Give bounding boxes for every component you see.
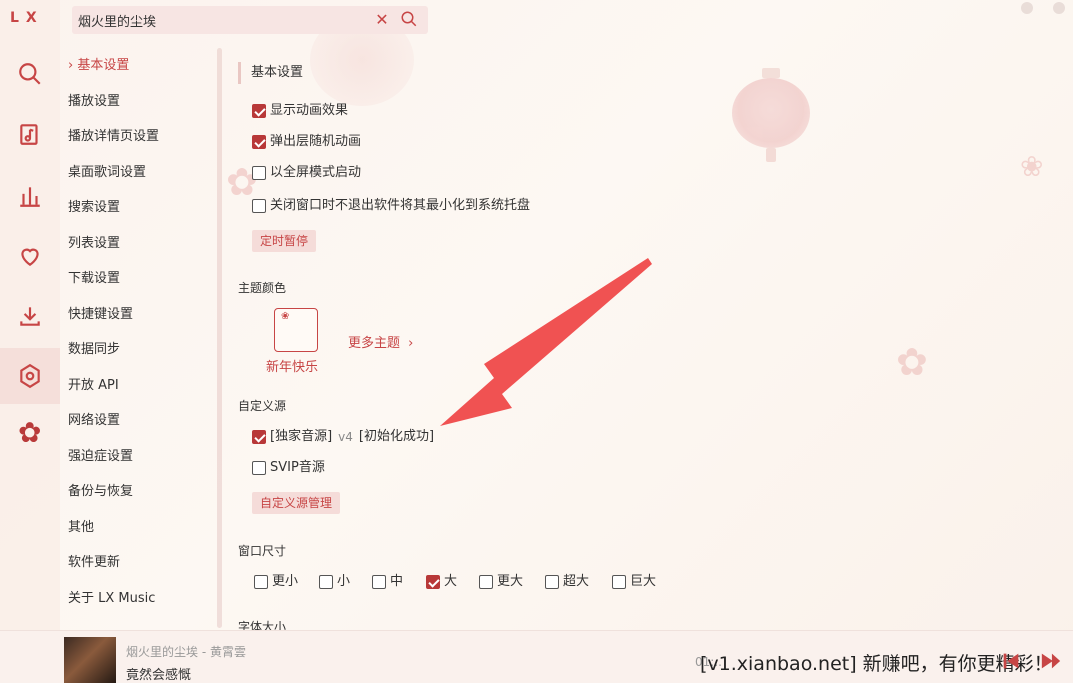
heart-icon[interactable] bbox=[8, 236, 52, 276]
checkbox-unchecked[interactable] bbox=[252, 199, 266, 213]
chevron-right-icon: › bbox=[408, 336, 414, 351]
settings-nav: › 基本设置 播放设置 播放详情页设置 桌面歌词设置 搜索设置 列表设置 下载设… bbox=[60, 48, 222, 628]
checkbox-checked[interactable] bbox=[252, 430, 266, 444]
nav-item-about[interactable]: 关于 LX Music bbox=[68, 587, 155, 611]
option-animation[interactable]: 显示动画效果 bbox=[252, 100, 348, 122]
checkbox-unchecked[interactable] bbox=[612, 575, 626, 589]
left-rail: LX ✿ bbox=[0, 0, 60, 630]
size-medium[interactable]: 中 bbox=[372, 571, 403, 593]
more-themes-link[interactable]: 更多主题 › bbox=[348, 332, 413, 351]
nav-item-other[interactable]: 其他 bbox=[68, 516, 94, 540]
size-large[interactable]: 大 bbox=[426, 571, 457, 593]
nav-item-download[interactable]: 下载设置 bbox=[68, 267, 120, 291]
source-manage-button[interactable]: 自定义源管理 bbox=[252, 492, 341, 514]
previous-icon[interactable] bbox=[1000, 651, 1022, 671]
app-window: ✿ ✿ ❀ LX ✿ ✕ bbox=[0, 0, 1073, 683]
theme-swatch[interactable] bbox=[274, 308, 318, 352]
size-small[interactable]: 小 bbox=[319, 571, 350, 593]
checkbox-unchecked[interactable] bbox=[319, 575, 333, 589]
section-title-theme: 主题颜色 bbox=[238, 281, 287, 295]
minimize-button[interactable] bbox=[1021, 2, 1033, 14]
theme-name[interactable]: 新年快乐 bbox=[266, 356, 318, 375]
checkbox-checked[interactable] bbox=[252, 104, 266, 118]
checkbox-unchecked[interactable] bbox=[479, 575, 493, 589]
window-controls bbox=[1021, 2, 1065, 14]
timer-pause-button[interactable]: 定时暂停 bbox=[252, 230, 317, 252]
app-logo: LX bbox=[10, 10, 44, 26]
size-smaller[interactable]: 更小 bbox=[254, 571, 298, 593]
section-title-window-size: 窗口尺寸 bbox=[238, 544, 287, 558]
nav-item-sync[interactable]: 数据同步 bbox=[68, 338, 120, 362]
size-huge[interactable]: 巨大 bbox=[612, 571, 656, 593]
checkbox-unchecked[interactable] bbox=[545, 575, 559, 589]
nav-item-backup[interactable]: 备份与恢复 bbox=[68, 480, 133, 504]
settings-icon[interactable] bbox=[0, 348, 60, 404]
checkbox-unchecked[interactable] bbox=[254, 575, 268, 589]
clear-icon[interactable]: ✕ bbox=[372, 10, 392, 30]
checkbox-unchecked[interactable] bbox=[372, 575, 386, 589]
next-icon[interactable] bbox=[1040, 651, 1062, 671]
nav-item-play[interactable]: 播放设置 bbox=[68, 90, 120, 114]
annotation-arrow bbox=[440, 258, 652, 426]
nav-item-search[interactable]: 搜索设置 bbox=[68, 196, 120, 220]
nav-item-play-detail[interactable]: 播放详情页设置 bbox=[68, 125, 159, 149]
song-list-icon[interactable] bbox=[8, 114, 52, 154]
player-bar: 烟火里的尘埃 - 黄霄雲 竟然会感慨 01:.. [v1.xianbao.net… bbox=[0, 630, 1073, 683]
nav-item-open-api[interactable]: 开放 API bbox=[68, 374, 119, 398]
checkbox-checked[interactable] bbox=[252, 135, 266, 149]
search-button-icon[interactable] bbox=[400, 10, 422, 30]
search-icon[interactable] bbox=[8, 54, 52, 94]
search-input[interactable] bbox=[78, 10, 368, 30]
source-svip[interactable]: SVIP音源 bbox=[252, 457, 325, 479]
nav-item-hotkey[interactable]: 快捷键设置 bbox=[68, 303, 133, 327]
source-exclusive[interactable]: [独家音源] v4 [初始化成功] bbox=[252, 426, 434, 448]
download-icon[interactable] bbox=[8, 296, 52, 336]
flower-icon: ✿ bbox=[18, 416, 42, 449]
track-title[interactable]: 烟火里的尘埃 - 黄霄雲 bbox=[126, 643, 246, 660]
size-extra-large[interactable]: 超大 bbox=[545, 571, 589, 593]
nav-item-ocd[interactable]: 强迫症设置 bbox=[68, 445, 133, 469]
checkbox-unchecked[interactable] bbox=[252, 166, 266, 180]
nav-item-network[interactable]: 网络设置 bbox=[68, 409, 120, 433]
leaderboard-icon[interactable] bbox=[8, 176, 52, 216]
nav-item-basic[interactable]: › 基本设置 bbox=[68, 54, 129, 78]
option-fullscreen[interactable]: 以全屏模式启动 bbox=[252, 162, 361, 184]
track-lyric: 竟然会感慨 bbox=[126, 668, 192, 683]
option-minimize-to-tray[interactable]: 关闭窗口时不退出软件将其最小化到系统托盘 bbox=[252, 195, 530, 217]
nav-item-list[interactable]: 列表设置 bbox=[68, 232, 120, 256]
section-title-basic: 基本设置 bbox=[238, 62, 303, 84]
album-cover[interactable] bbox=[64, 637, 116, 683]
close-button[interactable] bbox=[1053, 2, 1065, 14]
active-marker: › bbox=[68, 58, 74, 73]
option-random-popup[interactable]: 弹出层随机动画 bbox=[252, 131, 361, 153]
checkbox-unchecked[interactable] bbox=[252, 461, 266, 475]
section-title-font-size: 字体大小 bbox=[238, 620, 287, 630]
nav-item-update[interactable]: 软件更新 bbox=[68, 551, 120, 575]
checkbox-checked[interactable] bbox=[426, 575, 440, 589]
section-title-source: 自定义源 bbox=[238, 399, 287, 413]
nav-item-desktop-lyric[interactable]: 桌面歌词设置 bbox=[68, 161, 146, 185]
search-bar: ✕ bbox=[72, 6, 428, 34]
size-larger[interactable]: 更大 bbox=[479, 571, 523, 593]
